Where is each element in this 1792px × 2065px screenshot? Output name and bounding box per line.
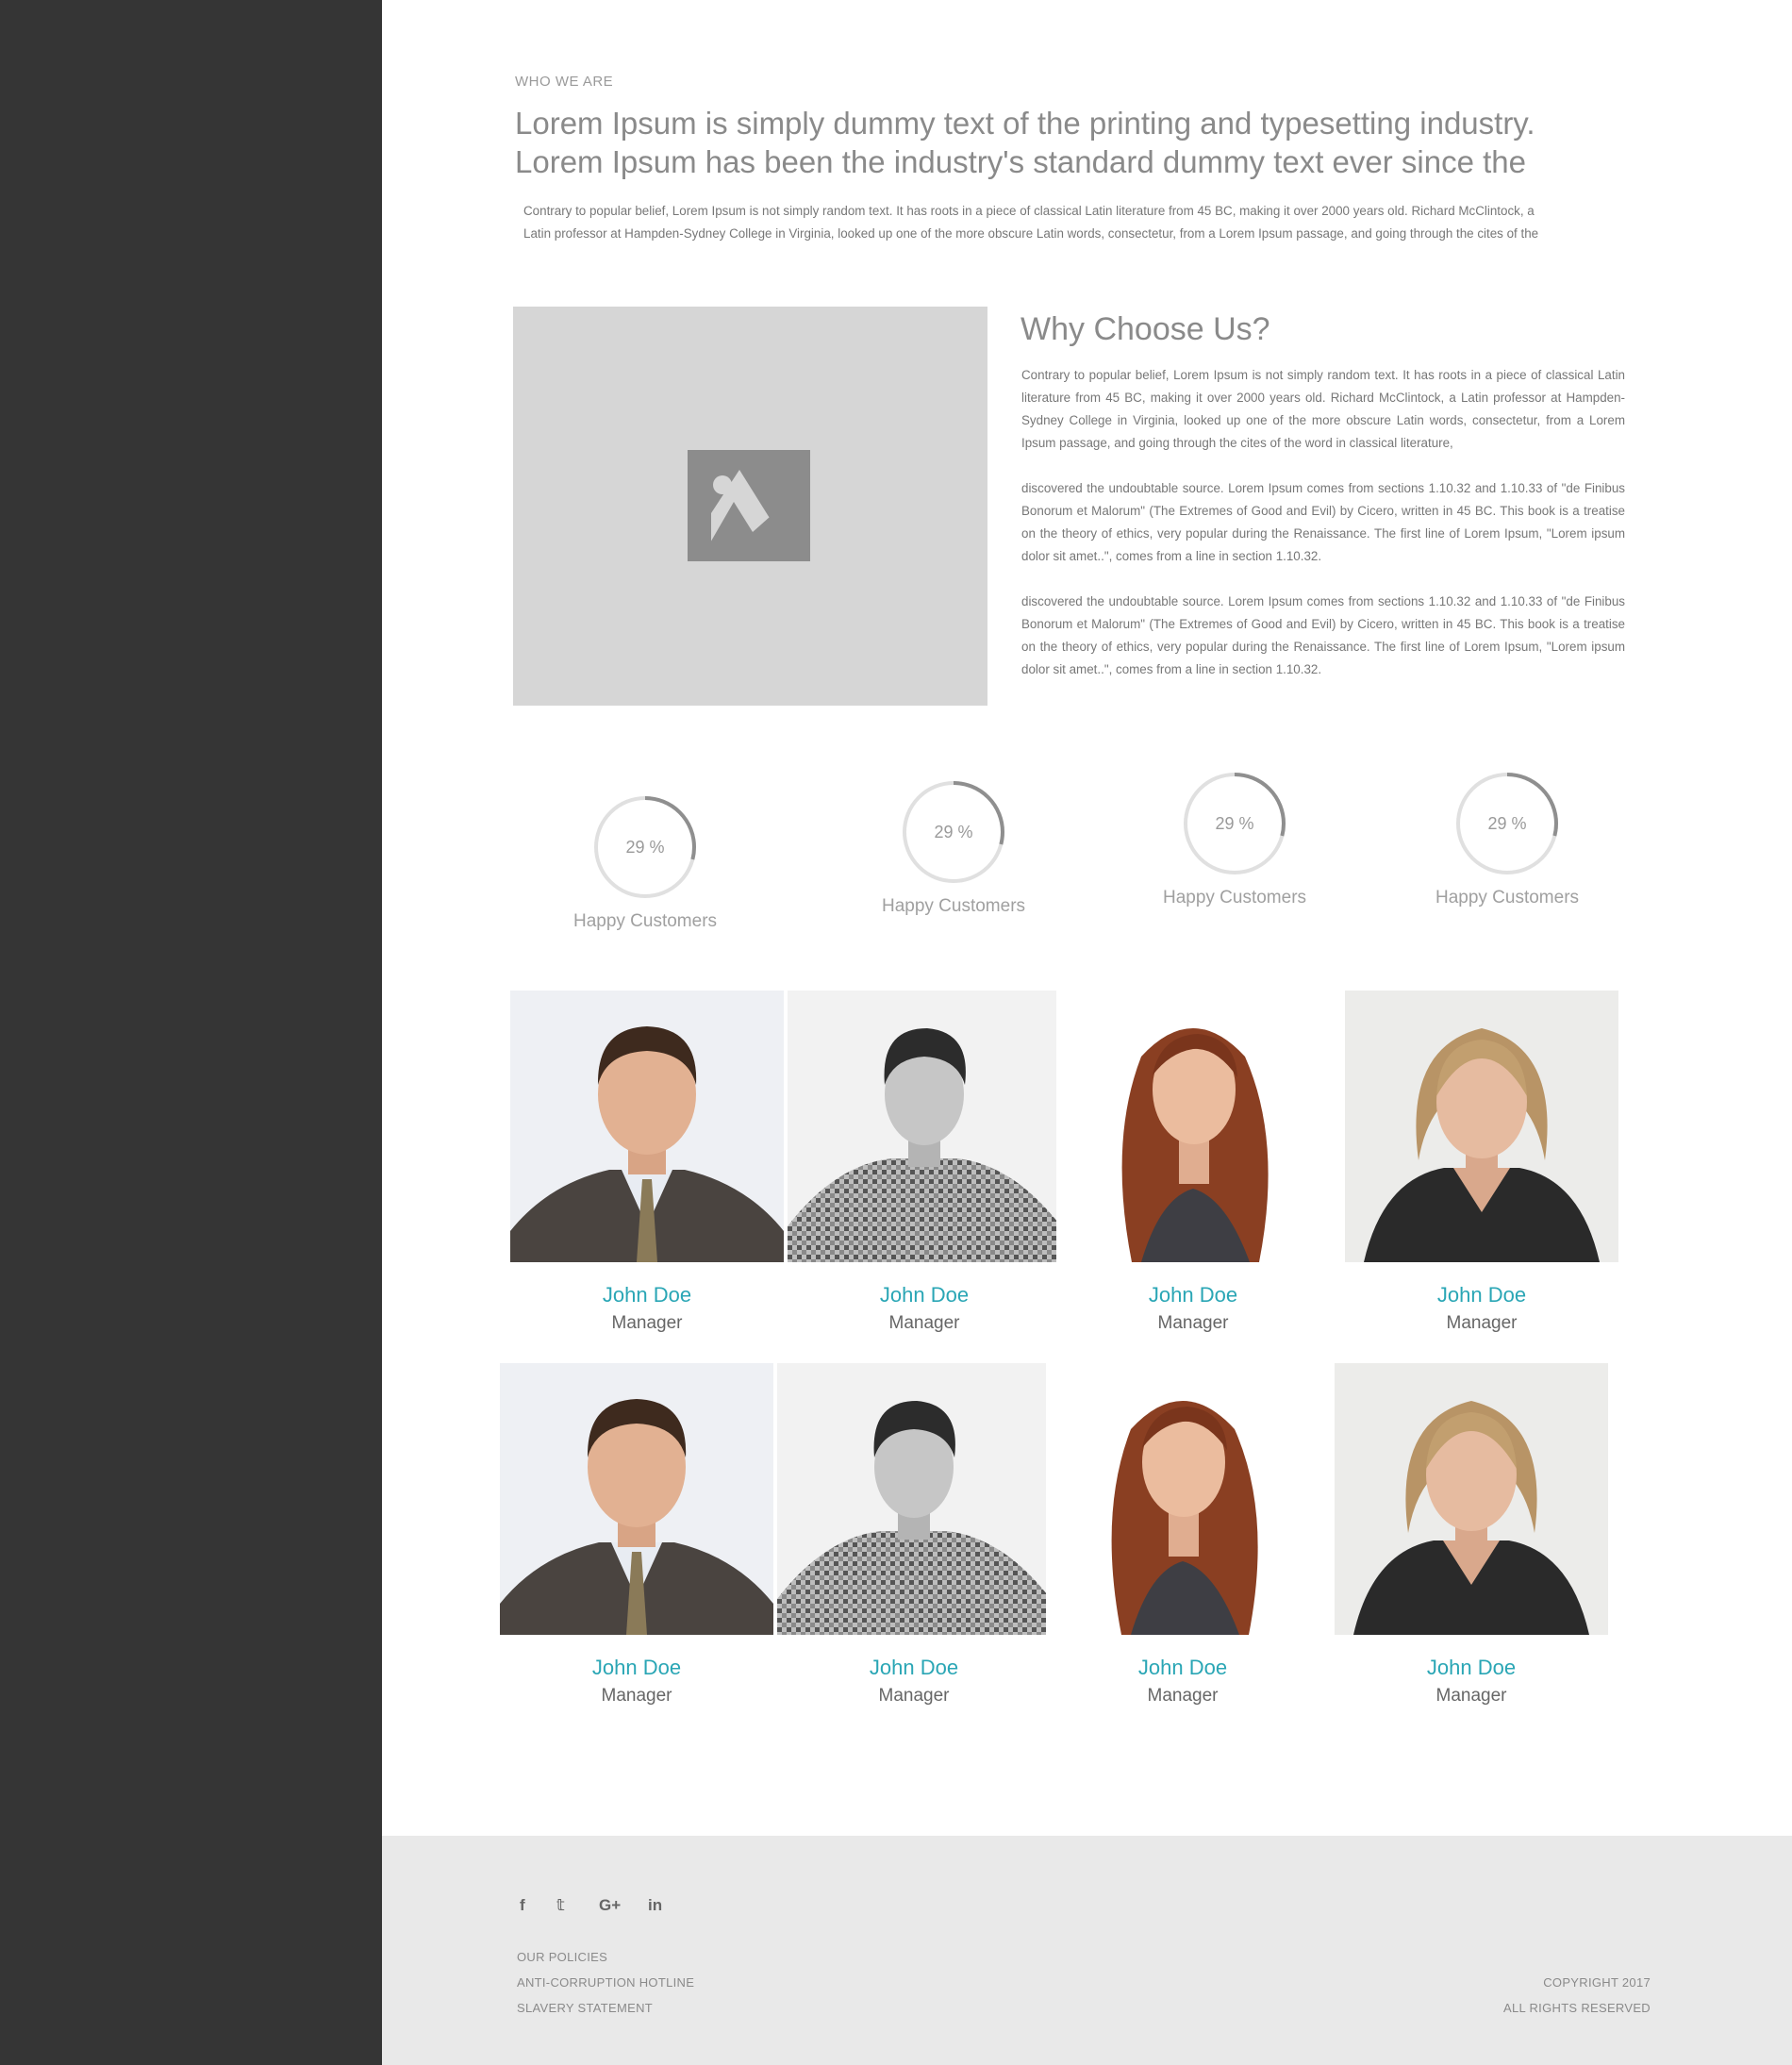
footer-link-policies[interactable]: OUR POLICIES bbox=[517, 1950, 607, 1964]
team-member-photo bbox=[1046, 1363, 1319, 1635]
stat-value: 29 % bbox=[625, 838, 665, 857]
team-member-role: Manager bbox=[1147, 1686, 1219, 1706]
team-member-card[interactable]: John Doe Manager bbox=[1046, 1363, 1319, 1707]
why-choose-title: Why Choose Us? bbox=[1020, 311, 1270, 347]
team-member-photo bbox=[777, 1363, 1051, 1635]
main-content: WHO WE ARE Lorem Ipsum is simply dummy t… bbox=[382, 0, 1792, 2065]
avatar-man-suit bbox=[510, 991, 784, 1262]
avatar-woman-blonde bbox=[1345, 991, 1618, 1262]
why-paragraph-1: Contrary to popular belief, Lorem Ipsum … bbox=[1021, 368, 1625, 450]
stat-item: 29 % Happy Customers bbox=[551, 794, 739, 932]
sidebar bbox=[0, 0, 382, 2065]
team-member-name[interactable]: John Doe bbox=[510, 1283, 784, 1307]
team-member-photo bbox=[788, 991, 1061, 1262]
image-placeholder-icon bbox=[688, 450, 810, 561]
team-member-name[interactable]: John Doe bbox=[500, 1656, 773, 1680]
rights-text: ALL RIGHTS RESERVED bbox=[1503, 2001, 1651, 2015]
avatar-woman-blonde bbox=[1335, 1363, 1608, 1635]
progress-ring: 29 % bbox=[901, 779, 1006, 885]
stat-caption: Happy Customers bbox=[572, 911, 718, 931]
facebook-icon[interactable]: f bbox=[520, 1896, 525, 1915]
stat-value: 29 % bbox=[934, 823, 973, 841]
intro-paragraph: Contrary to popular belief, Lorem Ipsum … bbox=[523, 200, 1627, 245]
section-headline: Lorem Ipsum is simply dummy text of the … bbox=[515, 104, 1694, 181]
progress-ring: 29 % bbox=[1454, 771, 1560, 876]
team-member-card[interactable]: John Doe Manager bbox=[1335, 1363, 1608, 1707]
team-member-name[interactable]: John Doe bbox=[1335, 1656, 1608, 1680]
avatar-man-suit bbox=[500, 1363, 773, 1635]
footer-link-anti-corruption[interactable]: ANTI-CORRUPTION HOTLINE bbox=[517, 1975, 694, 1990]
avatar-woman-red-hair bbox=[1046, 1363, 1319, 1635]
team-member-photo bbox=[510, 991, 784, 1262]
avatar-man-plaid bbox=[777, 1363, 1051, 1635]
team-member-role: Manager bbox=[888, 1313, 960, 1333]
stat-item: 29 % Happy Customers bbox=[1413, 771, 1601, 908]
stat-value: 29 % bbox=[1215, 814, 1254, 833]
team-member-role: Manager bbox=[611, 1313, 683, 1333]
team-member-name[interactable]: John Doe bbox=[1056, 1283, 1330, 1307]
linkedin-icon[interactable]: in bbox=[648, 1896, 662, 1915]
team-member-name[interactable]: John Doe bbox=[1046, 1656, 1319, 1680]
team-member-card[interactable]: John Doe Manager bbox=[500, 1363, 773, 1707]
team-member-name[interactable]: John Doe bbox=[1345, 1283, 1618, 1307]
stat-item: 29 % Happy Customers bbox=[859, 779, 1048, 917]
headline-line-1: Lorem Ipsum is simply dummy text of the … bbox=[515, 106, 1535, 141]
section-eyebrow: WHO WE ARE bbox=[515, 74, 614, 90]
team-member-photo bbox=[500, 1363, 773, 1635]
google-plus-icon[interactable]: G+ bbox=[599, 1896, 621, 1915]
stat-caption: Happy Customers bbox=[1162, 888, 1307, 908]
team-member-role: Manager bbox=[1157, 1313, 1229, 1333]
team-member-role: Manager bbox=[601, 1686, 672, 1706]
why-paragraph-2: discovered the undoubtable source. Lorem… bbox=[1021, 481, 1625, 563]
team-member-role: Manager bbox=[1435, 1686, 1507, 1706]
team-member-name[interactable]: John Doe bbox=[788, 1283, 1061, 1307]
copyright-text: COPYRIGHT 2017 bbox=[1543, 1975, 1651, 1990]
stat-item: 29 % Happy Customers bbox=[1140, 771, 1329, 908]
stat-caption: Happy Customers bbox=[881, 896, 1026, 916]
team-member-card[interactable]: John Doe Manager bbox=[1345, 991, 1618, 1334]
image-placeholder bbox=[513, 307, 987, 706]
team-member-card[interactable]: John Doe Manager bbox=[510, 991, 784, 1334]
footer-link-slavery-statement[interactable]: SLAVERY STATEMENT bbox=[517, 2001, 653, 2015]
stat-caption: Happy Customers bbox=[1435, 888, 1580, 908]
image-placeholder-glyph bbox=[694, 457, 804, 555]
why-paragraph-3: discovered the undoubtable source. Lorem… bbox=[1021, 594, 1625, 676]
team-member-card[interactable]: John Doe Manager bbox=[788, 991, 1061, 1334]
avatar-woman-red-hair bbox=[1056, 991, 1330, 1262]
team-member-card[interactable]: John Doe Manager bbox=[777, 1363, 1051, 1707]
team-member-role: Manager bbox=[878, 1686, 950, 1706]
team-member-card[interactable]: John Doe Manager bbox=[1056, 991, 1330, 1334]
twitter-icon[interactable]: 𝕥 bbox=[556, 1896, 565, 1915]
team-member-name[interactable]: John Doe bbox=[777, 1656, 1051, 1680]
intro-line-1: Contrary to popular belief, Lorem Ipsum … bbox=[523, 204, 1535, 218]
progress-ring: 29 % bbox=[1182, 771, 1287, 876]
footer: f 𝕥 G+ in OUR POLICIES ANTI-CORRUPTION H… bbox=[382, 1836, 1792, 2065]
intro-line-2: Latin professor at Hampden-Sydney Colleg… bbox=[523, 226, 1539, 241]
team-member-photo bbox=[1056, 991, 1330, 1262]
team-member-role: Manager bbox=[1446, 1313, 1518, 1333]
avatar-man-plaid bbox=[788, 991, 1061, 1262]
team-member-photo bbox=[1335, 1363, 1608, 1635]
stat-value: 29 % bbox=[1487, 814, 1527, 833]
team-member-photo bbox=[1345, 991, 1618, 1262]
progress-ring: 29 % bbox=[592, 794, 698, 900]
headline-line-2: Lorem Ipsum has been the industry's stan… bbox=[515, 144, 1527, 179]
